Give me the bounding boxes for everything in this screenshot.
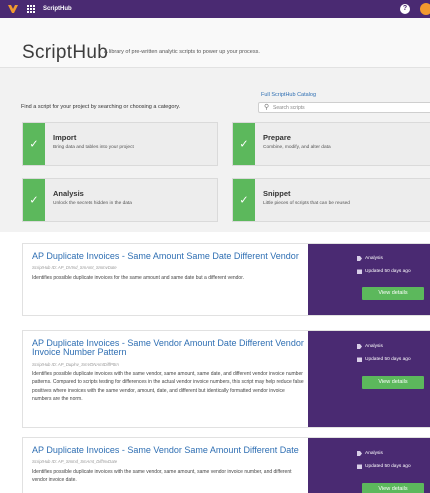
result-body: AP Duplicate Invoices - Same Vendor Same… bbox=[23, 438, 308, 493]
script-result-card: AP Duplicate Invoices - Same Vendor Amou… bbox=[22, 330, 430, 428]
result-sidebar: Analysis Updated 50 days ago View detail… bbox=[308, 438, 430, 493]
result-title-link[interactable]: AP Duplicate Invoices - Same Vendor Same… bbox=[32, 446, 304, 455]
result-script-id: ScriptHub ID: AP_Duplnv_SmVDNAmtDiffPttr… bbox=[32, 362, 119, 367]
category-description: Unlock the secrets hidden in the data bbox=[53, 201, 132, 206]
category-analysis[interactable]: ✓ Analysis Unlock the secrets hidden in … bbox=[22, 178, 218, 222]
result-title-link[interactable]: AP Duplicate Invoices - Same Vendor Amou… bbox=[32, 339, 304, 357]
category-prepare[interactable]: ✓ Prepare Combine, modify, and alter dat… bbox=[232, 122, 430, 166]
result-category: Analysis bbox=[365, 344, 383, 349]
view-details-button[interactable]: View details bbox=[362, 483, 424, 493]
check-icon: ✓ bbox=[233, 179, 255, 221]
calendar-icon bbox=[357, 464, 362, 469]
category-name: Snippet bbox=[263, 189, 291, 198]
search-icon: ⚲ bbox=[264, 104, 270, 111]
category-snippet[interactable]: ✓ Snippet Little pieces of scripts that … bbox=[232, 178, 430, 222]
find-script-prompt: Find a script for your project by search… bbox=[21, 104, 181, 110]
result-title-link[interactable]: AP Duplicate Invoices - Same Amount Same… bbox=[32, 252, 304, 261]
category-name: Import bbox=[53, 133, 77, 142]
script-result-card: AP Duplicate Invoices - Same Vendor Same… bbox=[22, 437, 430, 493]
view-details-button[interactable]: View details bbox=[362, 287, 424, 300]
view-details-button[interactable]: View details bbox=[362, 376, 424, 389]
check-icon: ✓ bbox=[23, 123, 45, 165]
category-name: Analysis bbox=[53, 189, 84, 198]
result-body: AP Duplicate Invoices - Same Amount Same… bbox=[23, 244, 308, 315]
help-icon[interactable]: ? bbox=[400, 4, 410, 14]
search-input[interactable]: ⚲ Search scripts bbox=[258, 102, 430, 113]
category-name: Prepare bbox=[263, 133, 291, 142]
full-catalog-link[interactable]: Full ScriptHub Catalog bbox=[261, 92, 316, 98]
calendar-icon bbox=[357, 269, 362, 274]
tag-icon bbox=[357, 344, 362, 349]
result-description: Identifies possible duplicate invoices w… bbox=[32, 371, 304, 403]
app-grid-icon[interactable] bbox=[27, 5, 35, 13]
category-import[interactable]: ✓ Import Bring data and tables into your… bbox=[22, 122, 218, 166]
result-script-id: ScriptHub ID: AP_DVInd_SmAmt_SmInvDate bbox=[32, 265, 117, 270]
tag-icon bbox=[357, 451, 362, 456]
app-name[interactable]: ScriptHub bbox=[43, 6, 72, 12]
result-updated: Updated 50 days ago bbox=[365, 464, 411, 469]
user-avatar[interactable] bbox=[420, 3, 430, 15]
result-category: Analysis bbox=[365, 451, 383, 456]
result-script-id: ScriptHub ID: AP_SmInd_SmAmt_DiffInvDate bbox=[32, 459, 118, 464]
page-header: ScriptHub A library of pre-written analy… bbox=[0, 18, 430, 68]
result-category: Analysis bbox=[365, 256, 383, 261]
result-description: Identifies possible duplicate invoices w… bbox=[32, 469, 292, 484]
result-description: Identifies possible duplicate invoices f… bbox=[32, 275, 244, 281]
result-sidebar: Analysis Updated 50 days ago View detail… bbox=[308, 331, 430, 427]
page-subtitle: A library of pre-written analytic script… bbox=[104, 49, 260, 55]
result-updated: Updated 50 days ago bbox=[365, 269, 411, 274]
page-title: ScriptHub bbox=[22, 42, 109, 63]
category-description: Bring data and tables into your project bbox=[53, 145, 134, 150]
calendar-icon bbox=[357, 357, 362, 362]
check-icon: ✓ bbox=[233, 123, 255, 165]
category-description: Little pieces of scripts that can be reu… bbox=[263, 201, 350, 206]
result-sidebar: Analysis Updated 50 days ago View detail… bbox=[308, 244, 430, 315]
category-description: Combine, modify, and alter data bbox=[263, 145, 331, 150]
check-icon: ✓ bbox=[23, 179, 45, 221]
result-body: AP Duplicate Invoices - Same Vendor Amou… bbox=[23, 331, 308, 427]
top-navigation-bar: ScriptHub ? bbox=[0, 0, 430, 18]
script-result-card: AP Duplicate Invoices - Same Amount Same… bbox=[22, 243, 430, 316]
search-placeholder: Search scripts bbox=[273, 104, 305, 111]
result-updated: Updated 50 days ago bbox=[365, 357, 411, 362]
scripthub-logo-icon[interactable] bbox=[8, 4, 18, 14]
tag-icon bbox=[357, 256, 362, 261]
